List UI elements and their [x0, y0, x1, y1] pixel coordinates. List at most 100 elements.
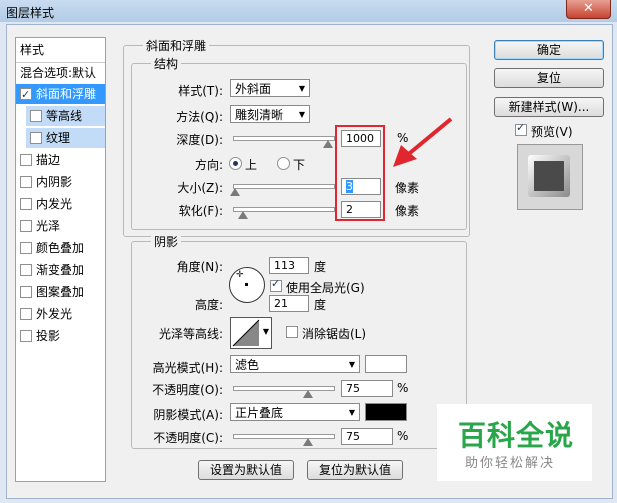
shading-title: 阴影 — [151, 233, 182, 250]
watermark: 百科全说 助你轻松解决 — [437, 404, 592, 481]
style-item[interactable]: 斜面和浮雕 — [16, 84, 105, 105]
style-item-checkbox[interactable] — [20, 197, 32, 210]
style-item-checkbox[interactable] — [20, 153, 32, 166]
chevron-down-icon: ▼ — [348, 360, 355, 369]
style-item-checkbox[interactable] — [20, 219, 32, 232]
chevron-down-icon: ▼ — [348, 408, 355, 417]
depth-slider-thumb[interactable] — [323, 140, 333, 148]
altitude-value: 21 — [274, 297, 288, 310]
direction-up-radio[interactable] — [229, 157, 242, 170]
chevron-down-icon: ▼ — [298, 84, 305, 93]
altitude-label: 高度: — [194, 298, 223, 312]
highlight-mode-select[interactable]: 滤色 ▼ — [230, 355, 360, 373]
style-item-checkbox[interactable] — [20, 85, 32, 105]
close-icon: ✕ — [583, 1, 594, 16]
style-item[interactable]: 描边 — [16, 150, 105, 170]
style-item-checkbox[interactable] — [30, 131, 42, 144]
shadow-mode-select[interactable]: 正片叠底 ▼ — [230, 403, 360, 421]
shadow-mode-label: 阴影模式(A): — [153, 408, 223, 422]
technique-select-value: 雕刻清晰 — [235, 108, 284, 122]
contour-preview-icon — [232, 319, 260, 347]
global-light-label[interactable]: 使用全局光(G) — [286, 279, 365, 296]
angle-dial-center — [245, 283, 248, 286]
preview-checkbox[interactable] — [515, 121, 527, 136]
depth-label: 深度(D): — [176, 133, 223, 147]
size-slider[interactable] — [233, 184, 335, 189]
shadow-opacity-input[interactable]: 75 — [341, 428, 393, 445]
style-item-label: 描边 — [36, 153, 61, 167]
style-item[interactable]: 等高线 — [26, 106, 105, 126]
size-slider-thumb[interactable] — [230, 188, 240, 196]
antialias-label[interactable]: 消除锯齿(L) — [302, 325, 366, 342]
annotation-arrow-icon — [393, 117, 453, 167]
direction-down-radio[interactable] — [277, 157, 290, 170]
shadow-opacity-slider[interactable] — [233, 434, 335, 439]
soften-slider-thumb[interactable] — [238, 211, 248, 219]
technique-select[interactable]: 雕刻清晰 ▼ — [230, 105, 310, 123]
highlight-opacity-slider[interactable] — [233, 386, 335, 391]
style-item[interactable]: 内阴影 — [16, 172, 105, 192]
reset-default-button[interactable]: 复位为默认值 — [307, 460, 403, 480]
style-item[interactable]: 纹理 — [26, 128, 105, 148]
global-light-checkbox[interactable] — [270, 277, 282, 292]
gloss-contour-label: 光泽等高线: — [158, 327, 223, 341]
style-item-checkbox[interactable] — [20, 285, 32, 298]
style-item[interactable]: 投影 — [16, 326, 105, 346]
preview-label[interactable]: 预览(V) — [531, 123, 573, 140]
direction-up-label[interactable]: 上 — [245, 156, 257, 173]
style-item[interactable]: 外发光 — [16, 304, 105, 324]
style-item-label: 内发光 — [36, 197, 73, 211]
gloss-contour-picker[interactable]: ▼ — [230, 317, 272, 349]
direction-down-label[interactable]: 下 — [293, 156, 305, 173]
style-item-checkbox[interactable] — [20, 329, 32, 342]
style-item-checkbox[interactable] — [30, 109, 42, 122]
highlight-opacity-value: 75 — [346, 382, 360, 395]
shadow-mode-value: 正片叠底 — [235, 406, 284, 420]
preview-bevel-inner — [534, 161, 564, 191]
close-button[interactable]: ✕ — [566, 0, 611, 19]
annotation-box — [335, 125, 385, 221]
shadow-color-swatch[interactable] — [365, 403, 407, 421]
style-item-label: 纹理 — [46, 131, 71, 145]
style-item-label: 斜面和浮雕 — [36, 87, 97, 101]
styles-header[interactable]: 样式 — [20, 40, 109, 60]
soften-slider[interactable] — [233, 207, 335, 212]
angle-dial[interactable]: ✛ — [229, 267, 265, 303]
structure-title: 结构 — [151, 55, 182, 72]
watermark-title: 百科全说 — [458, 419, 575, 452]
ok-button[interactable]: 确定 — [494, 40, 604, 60]
altitude-input[interactable]: 21 — [269, 295, 309, 312]
style-item-checkbox[interactable] — [20, 307, 32, 320]
style-item[interactable]: 渐变叠加 — [16, 260, 105, 280]
style-item-checkbox[interactable] — [20, 241, 32, 254]
highlight-color-swatch[interactable] — [365, 355, 407, 373]
highlight-opacity-input[interactable]: 75 — [341, 380, 393, 397]
depth-slider[interactable] — [233, 136, 335, 141]
bevel-group-title: 斜面和浮雕 — [143, 37, 210, 54]
make-default-button[interactable]: 设置为默认值 — [198, 460, 294, 480]
soften-label: 软化(F): — [178, 204, 223, 218]
new-style-button[interactable]: 新建样式(W)... — [494, 97, 604, 117]
style-item-label: 光泽 — [36, 219, 61, 233]
style-select[interactable]: 外斜面 ▼ — [230, 79, 310, 97]
shadow-opacity-thumb[interactable] — [303, 438, 313, 446]
shadow-opacity-label: 不透明度(C): — [153, 431, 223, 445]
window-title: 图层样式 — [6, 6, 55, 20]
style-item[interactable]: 光泽 — [16, 216, 105, 236]
antialias-checkbox[interactable] — [286, 326, 298, 338]
style-item-checkbox[interactable] — [20, 175, 32, 188]
highlight-opacity-thumb[interactable] — [303, 390, 313, 398]
shadow-opacity-value: 75 — [346, 430, 360, 443]
style-item-checkbox[interactable] — [20, 263, 32, 276]
style-item-label: 渐变叠加 — [36, 263, 85, 277]
highlight-opacity-unit: % — [397, 381, 409, 395]
angle-input[interactable]: 113 — [269, 257, 309, 274]
style-item[interactable]: 图案叠加 — [16, 282, 105, 302]
chevron-down-icon: ▼ — [298, 110, 305, 119]
shadow-opacity-unit: % — [397, 429, 409, 443]
style-item[interactable]: 内发光 — [16, 194, 105, 214]
soften-unit: 像素 — [395, 204, 420, 218]
style-item[interactable]: 颜色叠加 — [16, 238, 105, 258]
reset-button[interactable]: 复位 — [494, 68, 604, 88]
blend-options-item[interactable]: 混合选项:默认 — [16, 62, 105, 83]
